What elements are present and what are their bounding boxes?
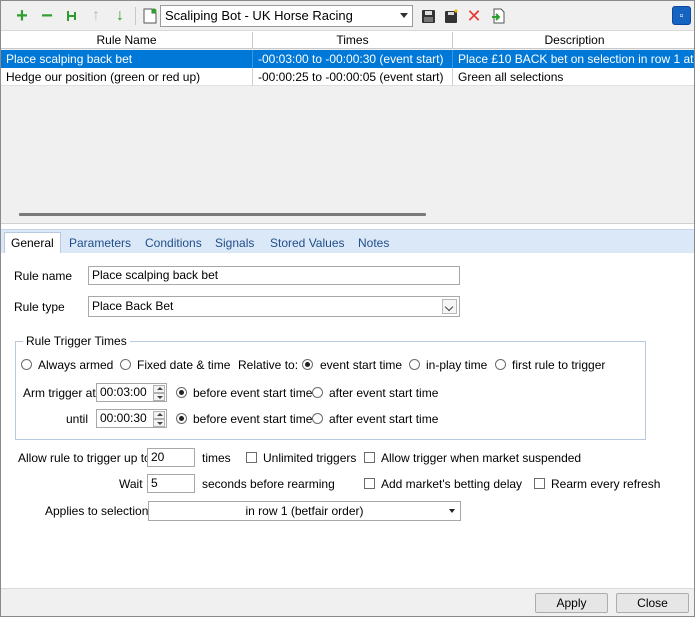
rules-editor-window: + − ↑ ↓ Scaliping Bot - UK Horse Racing … xyxy=(0,0,695,617)
chevron-down-icon xyxy=(449,509,455,513)
arm-before-radio[interactable] xyxy=(176,387,187,398)
until-after-radio[interactable] xyxy=(312,413,323,424)
allow-suspended-label: Allow trigger when market suspended xyxy=(381,451,582,465)
first-rule-label: first rule to trigger xyxy=(512,358,606,372)
arm-after-label: after event start time xyxy=(329,386,439,400)
spin-down-icon[interactable] xyxy=(153,419,165,427)
until-value: 00:00:30 xyxy=(100,411,147,425)
table-row[interactable]: Place scalping back bet -00:03:00 to -00… xyxy=(1,50,694,68)
rule-description-cell: Green all selections xyxy=(458,70,564,84)
column-header-rule-name[interactable]: Rule Name xyxy=(1,32,253,49)
rules-grid: Rule Name Times Description Place scalpi… xyxy=(1,32,694,224)
horizontal-scrollbar[interactable] xyxy=(19,213,426,216)
rule-type-select[interactable]: Place Back Bet xyxy=(88,296,460,317)
until-before-radio[interactable] xyxy=(176,413,187,424)
general-panel: Rule name Place scalping back bet Rule t… xyxy=(1,253,694,588)
spin-down-icon[interactable] xyxy=(153,393,165,401)
arm-trigger-value: 00:03:00 xyxy=(100,385,147,399)
relative-to-label: Relative to: xyxy=(238,358,299,372)
rule-name-label: Rule name xyxy=(14,269,73,283)
toolbar-separator xyxy=(135,7,136,25)
move-up-icon[interactable]: ↑ xyxy=(86,6,106,26)
until-stepper[interactable]: 00:00:30 xyxy=(96,409,167,428)
close-button[interactable]: Close xyxy=(616,593,689,613)
tab-general[interactable]: General xyxy=(4,232,61,255)
tab-stored-values[interactable]: Stored Values xyxy=(264,233,351,254)
allow-up-to-label: Allow rule to trigger up to xyxy=(18,451,151,465)
add-delay-label: Add market's betting delay xyxy=(381,477,523,491)
grid-header: Rule Name Times Description xyxy=(1,32,694,49)
preset-select-value: Scaliping Bot - UK Horse Racing xyxy=(165,8,353,23)
preset-select[interactable]: Scaliping Bot - UK Horse Racing xyxy=(160,5,413,27)
tab-notes[interactable]: Notes xyxy=(352,233,395,254)
rule-name-cell: Place scalping back bet xyxy=(1,50,253,68)
save-icon[interactable] xyxy=(418,6,438,26)
wait-input[interactable]: 5 xyxy=(147,474,195,493)
pin-icon[interactable]: ▫ xyxy=(672,6,691,25)
applies-value: in row 1 (betfair order) xyxy=(245,504,364,518)
arm-before-label: before event start time xyxy=(193,386,313,400)
wait-label: Wait xyxy=(119,477,143,491)
table-row[interactable]: Hedge our position (green or red up) -00… xyxy=(1,68,694,86)
applies-label: Applies to selection xyxy=(45,504,149,518)
new-document-icon[interactable] xyxy=(140,6,160,26)
times-label: times xyxy=(202,451,231,465)
always-armed-label: Always armed xyxy=(38,358,114,372)
arm-after-radio[interactable] xyxy=(312,387,323,398)
spin-up-icon[interactable] xyxy=(153,411,165,419)
add-rule-icon[interactable]: + xyxy=(12,6,32,26)
rule-times-cell: -00:00:25 to -00:00:05 (event start) xyxy=(253,68,453,86)
rule-name-cell: Hedge our position (green or red up) xyxy=(1,68,253,86)
allow-up-to-input[interactable]: 20 xyxy=(147,448,195,467)
rearm-refresh-checkbox[interactable] xyxy=(534,478,545,489)
chevron-down-icon xyxy=(400,13,408,18)
first-rule-radio[interactable] xyxy=(495,359,506,370)
unlimited-triggers-label: Unlimited triggers xyxy=(263,451,357,465)
applies-select[interactable]: in row 1 (betfair order) xyxy=(148,501,461,521)
until-after-label: after event start time xyxy=(329,412,439,426)
event-start-label: event start time xyxy=(320,358,403,372)
allow-suspended-checkbox[interactable] xyxy=(364,452,375,463)
tab-signals[interactable]: Signals xyxy=(209,233,260,254)
fixed-date-label: Fixed date & time xyxy=(137,358,231,372)
move-down-icon[interactable]: ↓ xyxy=(110,6,130,26)
rule-description-cell: Place £10 BACK bet on selection in row 1… xyxy=(458,52,694,66)
event-start-radio[interactable] xyxy=(302,359,313,370)
column-header-description[interactable]: Description xyxy=(453,32,694,49)
delete-icon[interactable]: ✕ xyxy=(464,6,484,26)
until-before-label: before event start time xyxy=(193,412,313,426)
tab-parameters[interactable]: Parameters xyxy=(63,233,137,254)
chevron-down-icon xyxy=(442,299,457,314)
seconds-label: seconds before rearming xyxy=(202,477,335,491)
remove-rule-icon[interactable]: − xyxy=(37,6,57,26)
arm-trigger-stepper[interactable]: 00:03:00 xyxy=(96,383,167,402)
apply-button[interactable]: Apply xyxy=(535,593,608,613)
inplay-label: in-play time xyxy=(426,358,488,372)
dialog-footer: Apply Close xyxy=(1,588,694,616)
tab-conditions[interactable]: Conditions xyxy=(139,233,208,254)
rule-type-label: Rule type xyxy=(14,300,65,314)
always-armed-radio[interactable] xyxy=(21,359,32,370)
toolbar: + − ↑ ↓ Scaliping Bot - UK Horse Racing … xyxy=(1,1,694,31)
tab-strip: General Parameters Conditions Signals St… xyxy=(1,229,694,255)
unlimited-triggers-checkbox[interactable] xyxy=(246,452,257,463)
rule-type-value: Place Back Bet xyxy=(92,299,174,313)
column-header-times[interactable]: Times xyxy=(253,32,453,49)
import-icon[interactable] xyxy=(488,6,508,26)
arm-trigger-label: Arm trigger at xyxy=(23,386,96,400)
spin-up-icon[interactable] xyxy=(153,385,165,393)
branch-icon[interactable] xyxy=(62,6,82,26)
inplay-radio[interactable] xyxy=(409,359,420,370)
trigger-times-title: Rule Trigger Times xyxy=(23,334,130,348)
rule-times-cell: -00:03:00 to -00:00:30 (event start) xyxy=(253,50,453,68)
save-as-icon[interactable] xyxy=(441,6,461,26)
rule-name-input[interactable]: Place scalping back bet xyxy=(88,266,460,285)
fixed-date-radio[interactable] xyxy=(120,359,131,370)
until-label: until xyxy=(66,412,89,426)
add-delay-checkbox[interactable] xyxy=(364,478,375,489)
rearm-refresh-label: Rearm every refresh xyxy=(551,477,661,491)
